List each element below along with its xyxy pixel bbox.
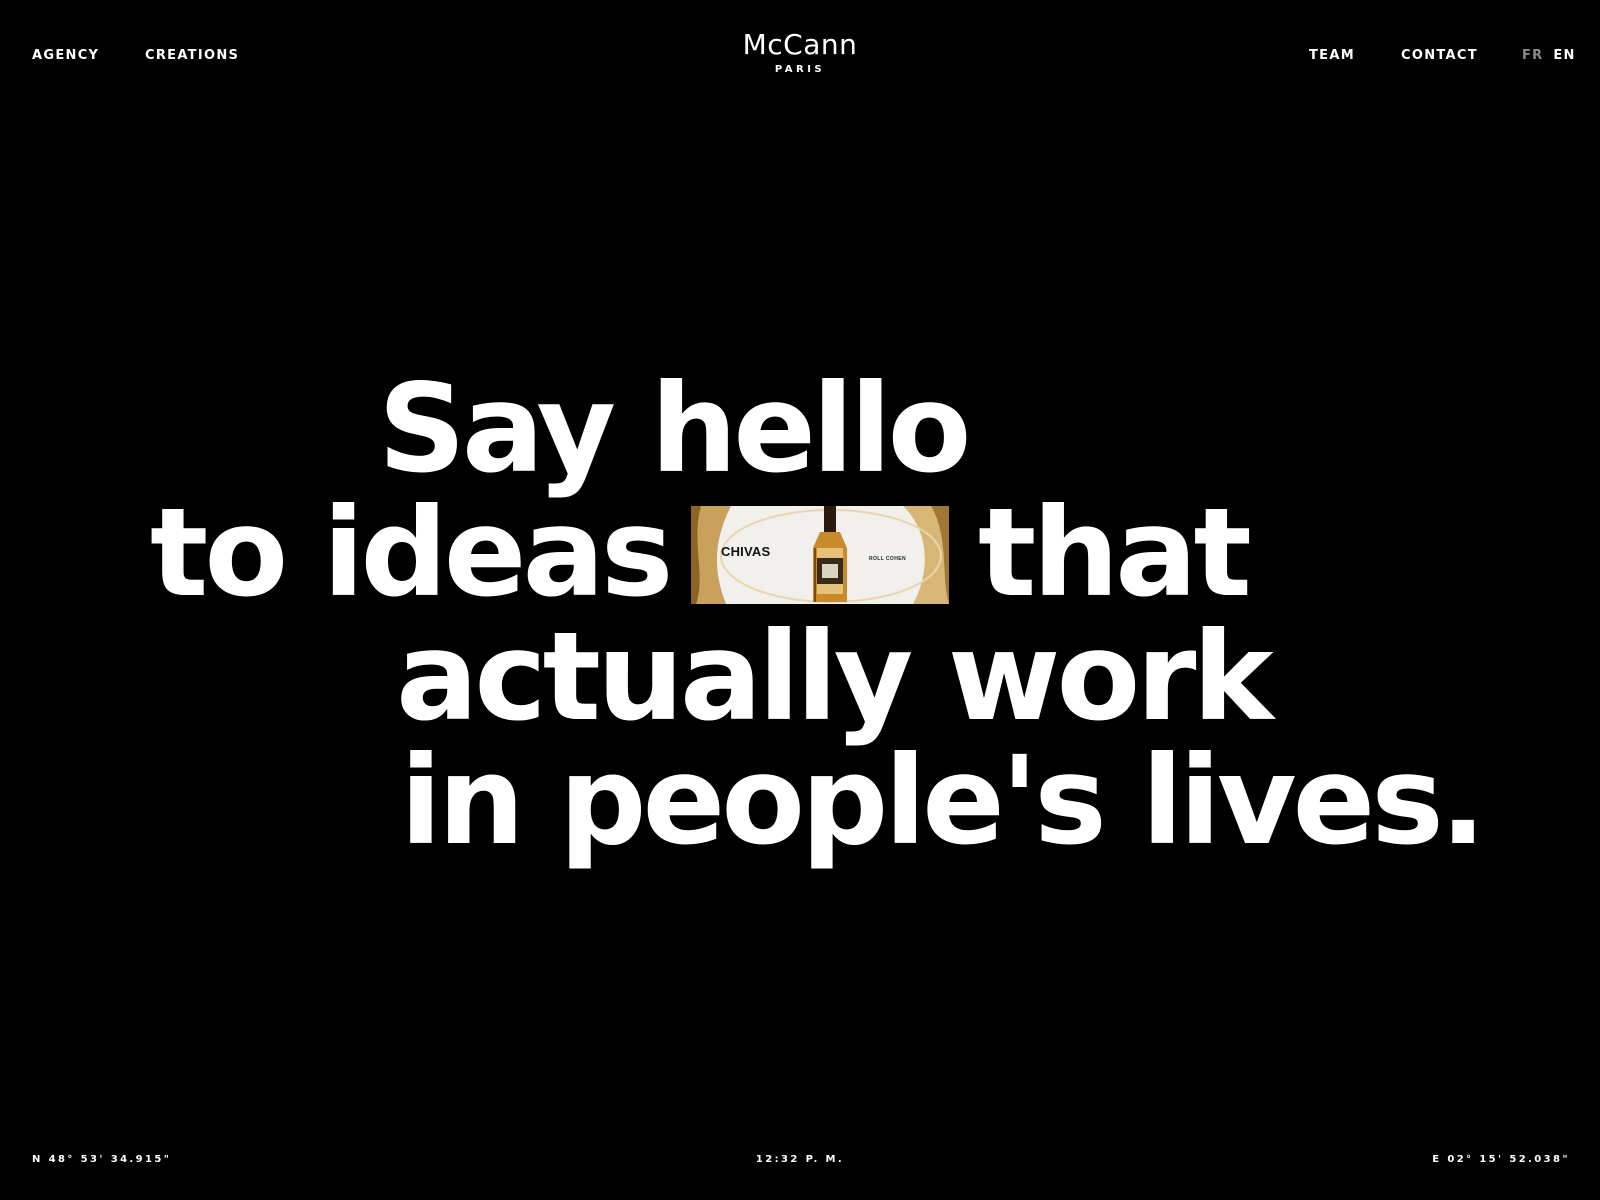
footer-longitude: E 02° 15' 52.038" [1432,1154,1570,1165]
thumbnail-brand: CHIVAS [721,544,771,559]
page: AGENCY CREATIONS McCann PARIS TEAM CONTA… [0,0,1600,1200]
lang-fr-link[interactable]: FR [1522,48,1544,63]
mccann-paris-logo[interactable]: McCann PARIS [0,28,1600,75]
language-switcher: FR EN [1522,48,1576,63]
chivas-ad-thumbnail[interactable]: CHIVAS ROLL COHEN [691,506,949,604]
headline-line-3: actually work [396,606,1274,748]
nav-contact-link[interactable]: CONTACT [1401,48,1478,63]
headline-line-1: Say hello [378,358,971,500]
logo-name: McCann [742,28,858,61]
thumbnail-caption: ROLL COHEN [869,556,906,562]
headline-line-2-end: that [978,482,1252,624]
logo-city: PARIS [774,64,826,75]
footer-time: 12:32 P. M. [755,1154,845,1165]
lang-en-link[interactable]: EN [1553,48,1575,63]
headline-line-2-start: to ideas [150,482,673,624]
headline-line-4: in people's lives. [400,730,1486,872]
nav-team-link[interactable]: TEAM [1309,48,1355,63]
